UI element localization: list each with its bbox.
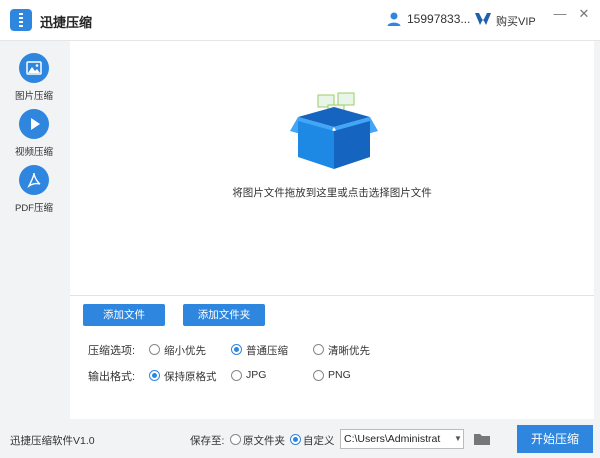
radio-keep-format[interactable] bbox=[149, 370, 160, 381]
open-box-icon bbox=[290, 92, 378, 169]
chevron-down-icon[interactable]: ▼ bbox=[454, 430, 464, 448]
radio-label: PNG bbox=[328, 369, 351, 381]
app-title: 迅捷压缩 bbox=[40, 15, 93, 30]
sidebar-item-label: 图片压缩 bbox=[14, 91, 53, 102]
buy-vip-link[interactable]: 购买VIP bbox=[496, 13, 536, 29]
compress-options-label: 压缩选项: bbox=[88, 345, 136, 357]
sidebar: 图片压缩 视频压缩 PDF压缩 bbox=[0, 41, 68, 419]
sidebar-item-pdf-compress[interactable]: PDF压缩 bbox=[0, 165, 68, 215]
radio-jpg[interactable] bbox=[231, 370, 242, 381]
sidebar-item-image-compress[interactable]: 图片压缩 bbox=[0, 53, 68, 103]
radio-clarity-priority[interactable] bbox=[313, 344, 324, 355]
radio-custom-folder[interactable] bbox=[290, 434, 301, 445]
radio-label: 缩小优先 bbox=[164, 345, 206, 357]
minimize-button[interactable]: — bbox=[552, 6, 568, 22]
pdf-icon bbox=[19, 165, 49, 195]
sidebar-item-label: PDF压缩 bbox=[14, 203, 53, 214]
add-folder-button[interactable]: 添加文件夹 bbox=[183, 304, 265, 326]
image-icon bbox=[19, 53, 49, 83]
divider bbox=[70, 295, 594, 296]
vip-icon[interactable] bbox=[474, 11, 492, 27]
radio-label: JPG bbox=[246, 369, 267, 381]
radio-label: 自定义 bbox=[303, 435, 335, 447]
main-panel: 将图片文件拖放到这里或点击选择图片文件 添加文件 添加文件夹 压缩选项: 缩小优… bbox=[70, 41, 594, 419]
radio-label: 清晰优先 bbox=[328, 345, 370, 357]
file-drop-zone[interactable]: 将图片文件拖放到这里或点击选择图片文件 bbox=[70, 41, 594, 295]
radio-png[interactable] bbox=[313, 370, 324, 381]
sidebar-item-video-compress[interactable]: 视频压缩 bbox=[0, 109, 68, 159]
save-to-label: 保存至: bbox=[190, 435, 225, 447]
radio-normal-compress[interactable] bbox=[231, 344, 242, 355]
footer-bar: 迅捷压缩软件V1.0 保存至: 原文件夹 自定义 ▼ 开始压缩 bbox=[0, 420, 600, 458]
title-bar: 迅捷压缩 15997833... 购买VIP — ✕ bbox=[0, 0, 600, 41]
add-file-button[interactable]: 添加文件 bbox=[83, 304, 165, 326]
user-icon[interactable] bbox=[386, 11, 402, 27]
version-text: 迅捷压缩软件V1.0 bbox=[10, 435, 95, 447]
radio-original-folder[interactable] bbox=[230, 434, 241, 445]
radio-shrink-priority[interactable] bbox=[149, 344, 160, 355]
radio-label: 原文件夹 bbox=[243, 435, 285, 447]
radio-label: 保持原格式 bbox=[164, 371, 217, 383]
radio-label: 普通压缩 bbox=[246, 345, 288, 357]
start-compress-button[interactable]: 开始压缩 bbox=[517, 425, 593, 453]
sidebar-item-label: 视频压缩 bbox=[14, 147, 53, 158]
save-path-input[interactable] bbox=[340, 429, 464, 449]
folder-browse-icon[interactable] bbox=[472, 430, 492, 448]
output-format-label: 输出格式: bbox=[88, 371, 136, 383]
user-phone[interactable]: 15997833... bbox=[407, 12, 470, 26]
close-button[interactable]: ✕ bbox=[576, 6, 592, 22]
play-icon bbox=[19, 109, 49, 139]
drop-hint-text: 将图片文件拖放到这里或点击选择图片文件 bbox=[232, 187, 432, 199]
app-logo-icon bbox=[10, 9, 32, 31]
